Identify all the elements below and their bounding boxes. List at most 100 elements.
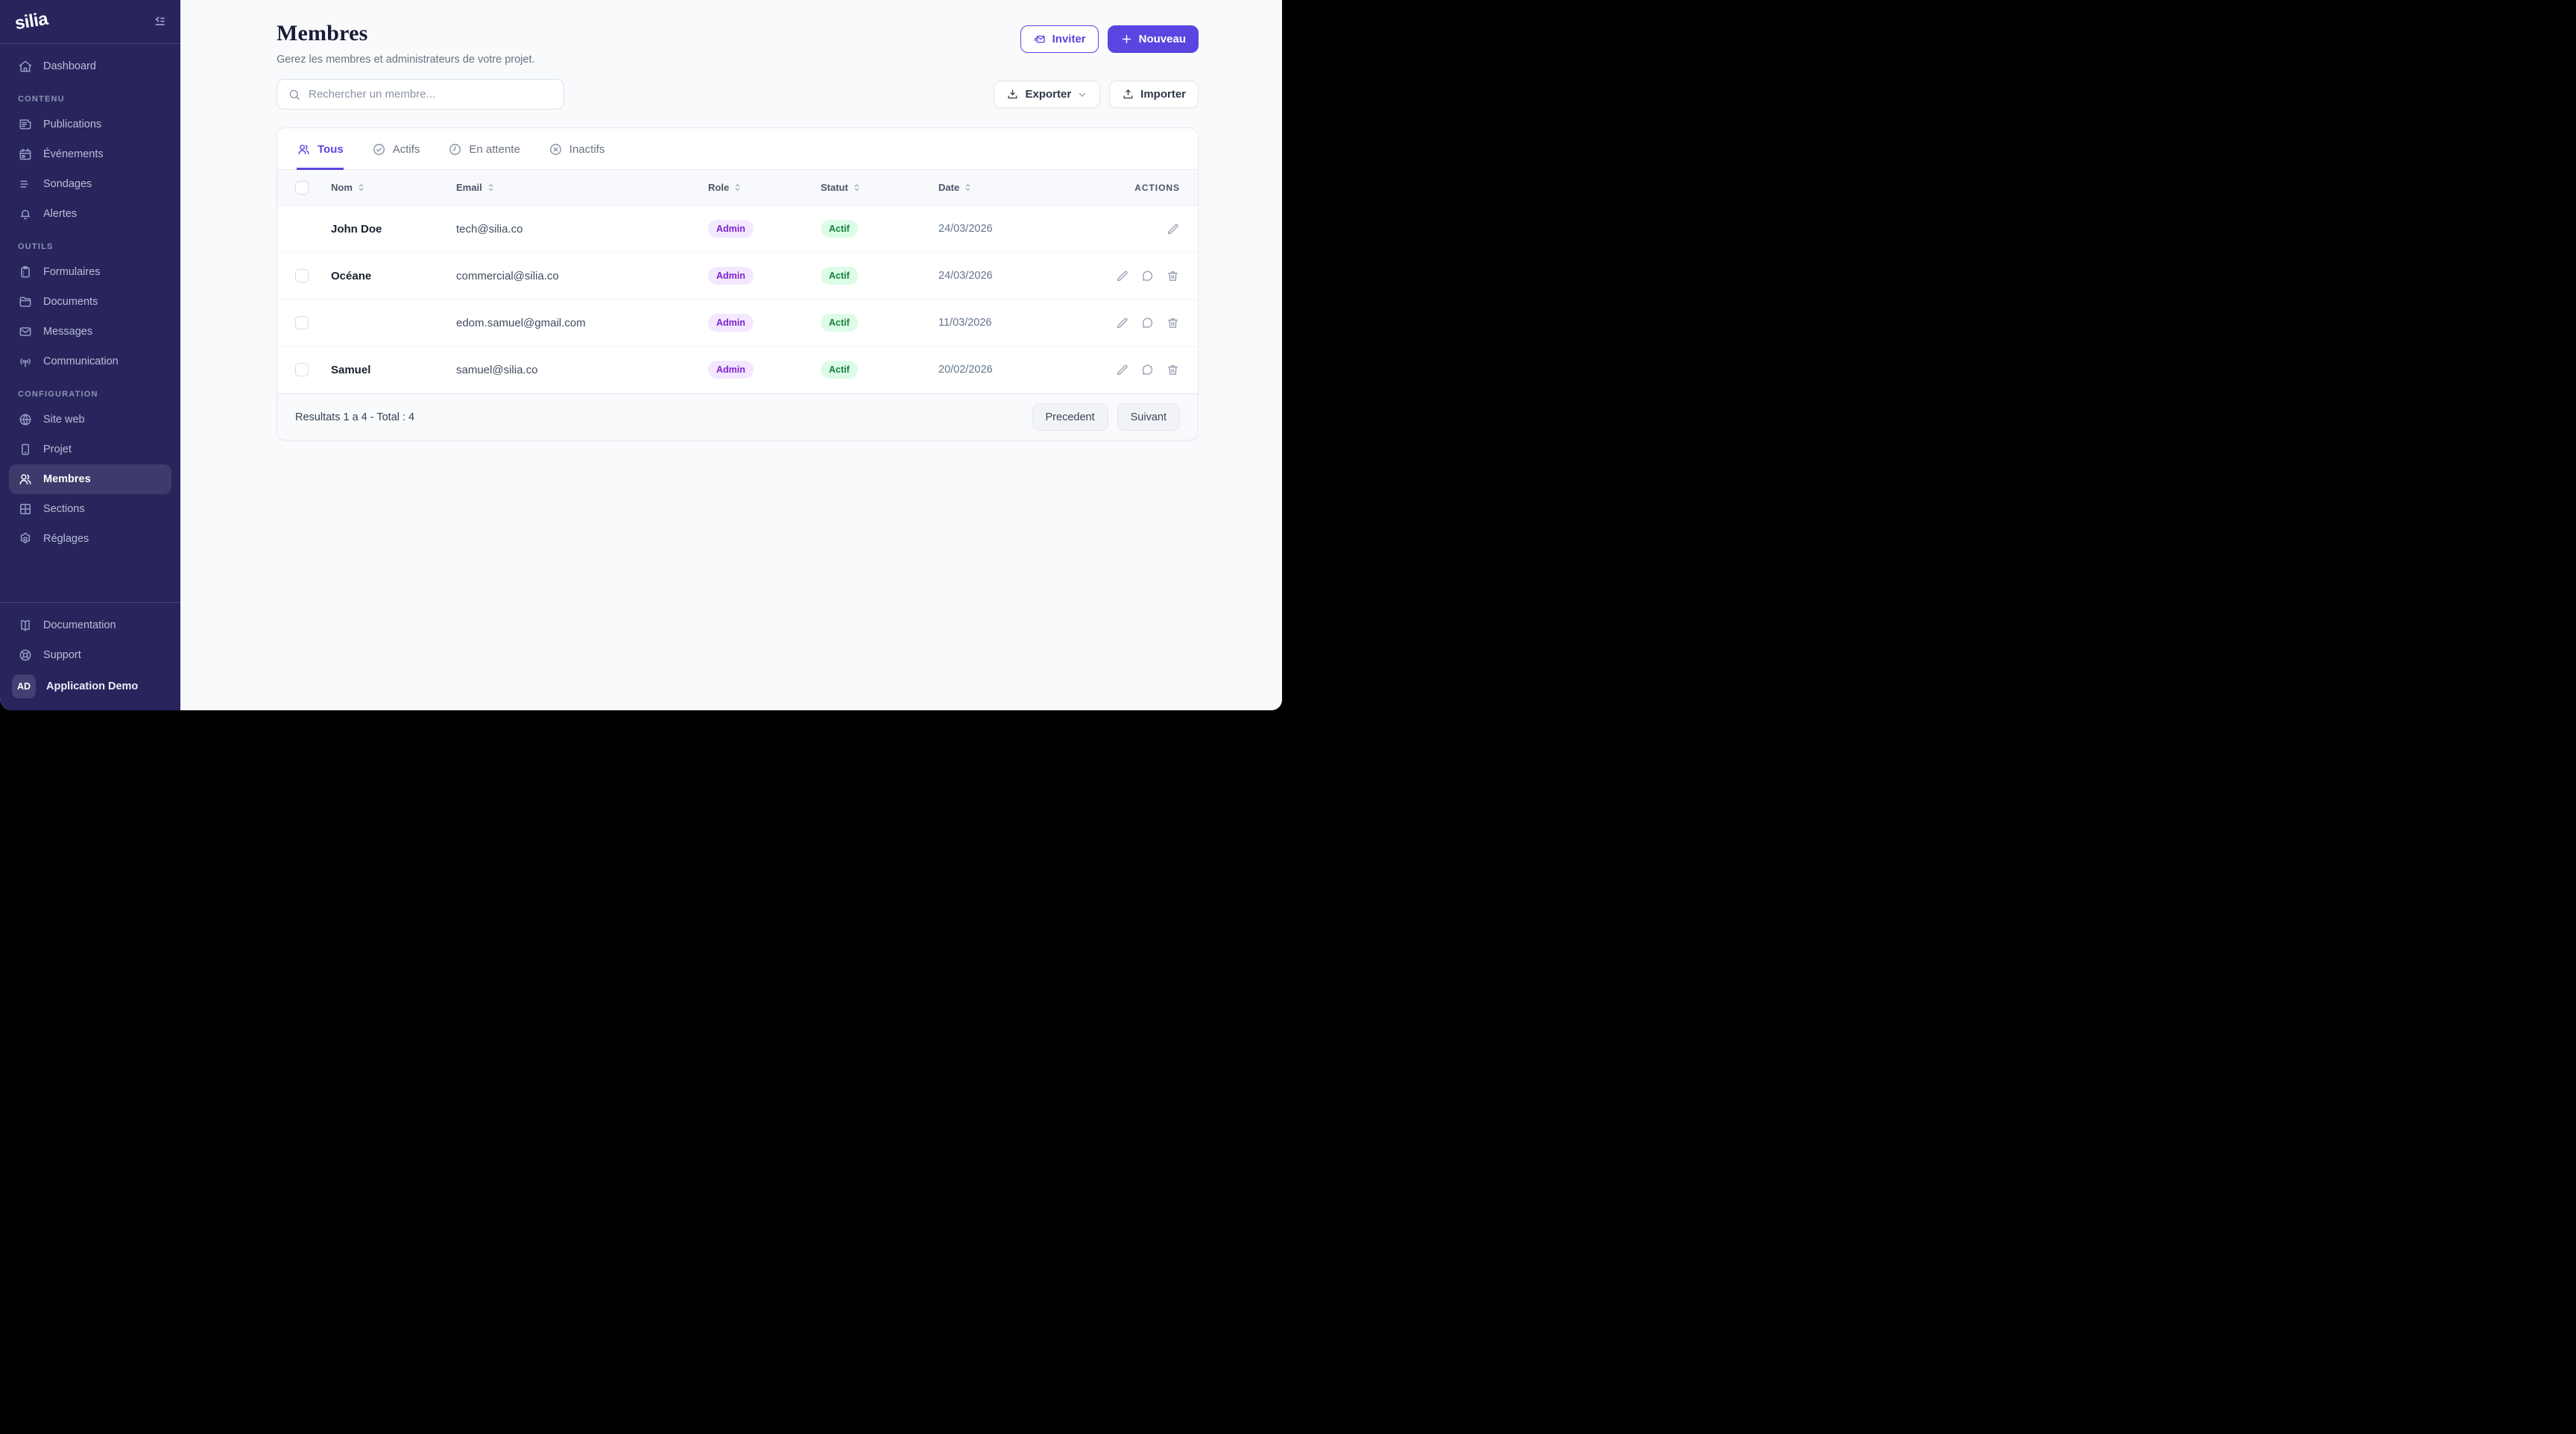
status-badge: Actif (821, 220, 858, 238)
silia-logo: silia (13, 9, 49, 35)
member-date: 24/03/2026 (938, 270, 1087, 282)
user-name: Application Demo (46, 680, 138, 692)
sidebar-item-documents[interactable]: Documents (9, 287, 171, 317)
delete-button[interactable] (1166, 269, 1180, 283)
search-input[interactable] (309, 88, 553, 101)
export-label: Exporter (1025, 88, 1071, 101)
sidebar-item-label: Communication (43, 356, 119, 367)
sort-icon (486, 183, 496, 192)
column-header-statut[interactable]: Statut (821, 182, 938, 193)
tab-inactifs[interactable]: Inactifs (549, 128, 605, 170)
row-checkbox[interactable] (295, 269, 309, 282)
search-icon (288, 88, 301, 101)
row-checkbox[interactable] (295, 363, 309, 376)
clock-icon (448, 142, 462, 157)
delete-button[interactable] (1166, 316, 1180, 330)
sidebar-item-communication[interactable]: Communication (9, 347, 171, 376)
sidebar-item-label: Sondages (43, 178, 92, 190)
toolbar-actions: Exporter Importer (994, 80, 1199, 108)
sidebar-item-sondages[interactable]: Sondages (9, 169, 171, 199)
sidebar-nav: Dashboard CONTENU Publications Événement… (0, 44, 180, 602)
member-email: tech@silia.co (456, 223, 708, 236)
new-button[interactable]: Nouveau (1108, 25, 1199, 53)
edit-button[interactable] (1166, 222, 1180, 236)
header-actions: Inviter Nouveau (1020, 21, 1199, 53)
status-badge: Actif (821, 361, 858, 379)
x-circle-icon (549, 142, 563, 157)
sort-icon (356, 183, 366, 192)
sidebar-item-reglages[interactable]: Réglages (9, 524, 171, 554)
previous-page-button[interactable]: Precedent (1032, 403, 1108, 431)
invite-label: Inviter (1052, 33, 1086, 45)
newspaper-icon (18, 117, 33, 132)
sidebar-item-label: Dashboard (43, 60, 96, 72)
status-badge: Actif (821, 267, 858, 285)
new-label: Nouveau (1139, 33, 1186, 45)
column-header-nom[interactable]: Nom (331, 182, 456, 193)
tab-label: En attente (469, 143, 520, 156)
edit-button[interactable] (1115, 316, 1129, 330)
edit-button[interactable] (1115, 269, 1129, 283)
calendar-icon (18, 147, 33, 162)
sidebar-item-label: Messages (43, 326, 92, 338)
tab-en-attente[interactable]: En attente (448, 128, 520, 170)
sidebar-item-projet[interactable]: Projet (9, 435, 171, 464)
results-summary: Resultats 1 a 4 - Total : 4 (295, 411, 414, 423)
user-menu[interactable]: AD Application Demo (9, 670, 171, 704)
comment-button[interactable] (1140, 316, 1155, 330)
users-icon (18, 472, 33, 487)
sort-icon (963, 183, 973, 192)
sidebar-item-support[interactable]: Support (9, 640, 171, 670)
sidebar-item-documentation[interactable]: Documentation (9, 610, 171, 640)
tab-actifs[interactable]: Actifs (372, 128, 420, 170)
comment-button[interactable] (1140, 269, 1155, 283)
invite-button[interactable]: Inviter (1020, 25, 1099, 53)
sidebar-footer: Documentation Support AD Application Dem… (0, 603, 180, 710)
next-page-button[interactable]: Suivant (1117, 403, 1180, 431)
table-row: Océane commercial@silia.co Admin Actif 2… (277, 253, 1198, 300)
check-circle-icon (372, 142, 386, 157)
book-open-icon (18, 618, 33, 633)
tab-tous[interactable]: Tous (297, 128, 344, 170)
page-subtitle: Gerez les membres et administrateurs de … (277, 54, 535, 66)
download-icon (1006, 88, 1019, 101)
sidebar-item-membres[interactable]: Membres (9, 464, 171, 494)
sidebar-item-dashboard[interactable]: Dashboard (9, 51, 171, 81)
sort-icon (852, 183, 862, 192)
life-buoy-icon (18, 648, 33, 663)
column-header-role[interactable]: Role (708, 182, 821, 193)
sidebar-item-alertes[interactable]: Alertes (9, 199, 171, 229)
table-row: Samuel samuel@silia.co Admin Actif 20/02… (277, 347, 1198, 394)
member-date: 20/02/2026 (938, 364, 1087, 376)
member-name: Samuel (331, 364, 456, 376)
sidebar-collapse-icon[interactable] (152, 14, 167, 29)
import-button[interactable]: Importer (1109, 80, 1199, 108)
sidebar-item-evenements[interactable]: Événements (9, 139, 171, 169)
app-window: silia Dashboard CONTENU Publications Évé… (0, 0, 1282, 710)
sidebar-item-site-web[interactable]: Site web (9, 405, 171, 435)
column-header-date[interactable]: Date (938, 182, 1087, 193)
sidebar-item-formulaires[interactable]: Formulaires (9, 257, 171, 287)
mail-send-icon (1033, 33, 1046, 46)
mail-icon (18, 324, 33, 339)
sidebar-item-sections[interactable]: Sections (9, 494, 171, 524)
member-email: samuel@silia.co (456, 364, 708, 376)
export-button[interactable]: Exporter (994, 80, 1100, 108)
sidebar-item-label: Alertes (43, 208, 77, 220)
comment-button[interactable] (1140, 363, 1155, 377)
delete-button[interactable] (1166, 363, 1180, 377)
sidebar-item-label: Événements (43, 148, 104, 160)
row-checkbox[interactable] (295, 316, 309, 329)
main-content: Membres Gerez les membres et administrat… (180, 0, 1282, 710)
edit-button[interactable] (1115, 363, 1129, 377)
gear-icon (18, 531, 33, 546)
column-header-email[interactable]: Email (456, 182, 708, 193)
tab-label: Actifs (393, 143, 420, 156)
smartphone-icon (18, 442, 33, 457)
members-card: Tous Actifs En attente Inactifs Nom (277, 127, 1199, 440)
sidebar-item-messages[interactable]: Messages (9, 317, 171, 347)
sidebar-item-publications[interactable]: Publications (9, 110, 171, 139)
select-all-checkbox[interactable] (295, 181, 309, 195)
table-row: John Doe tech@silia.co Admin Actif 24/03… (277, 206, 1198, 253)
sidebar-item-label: Documentation (43, 619, 116, 631)
